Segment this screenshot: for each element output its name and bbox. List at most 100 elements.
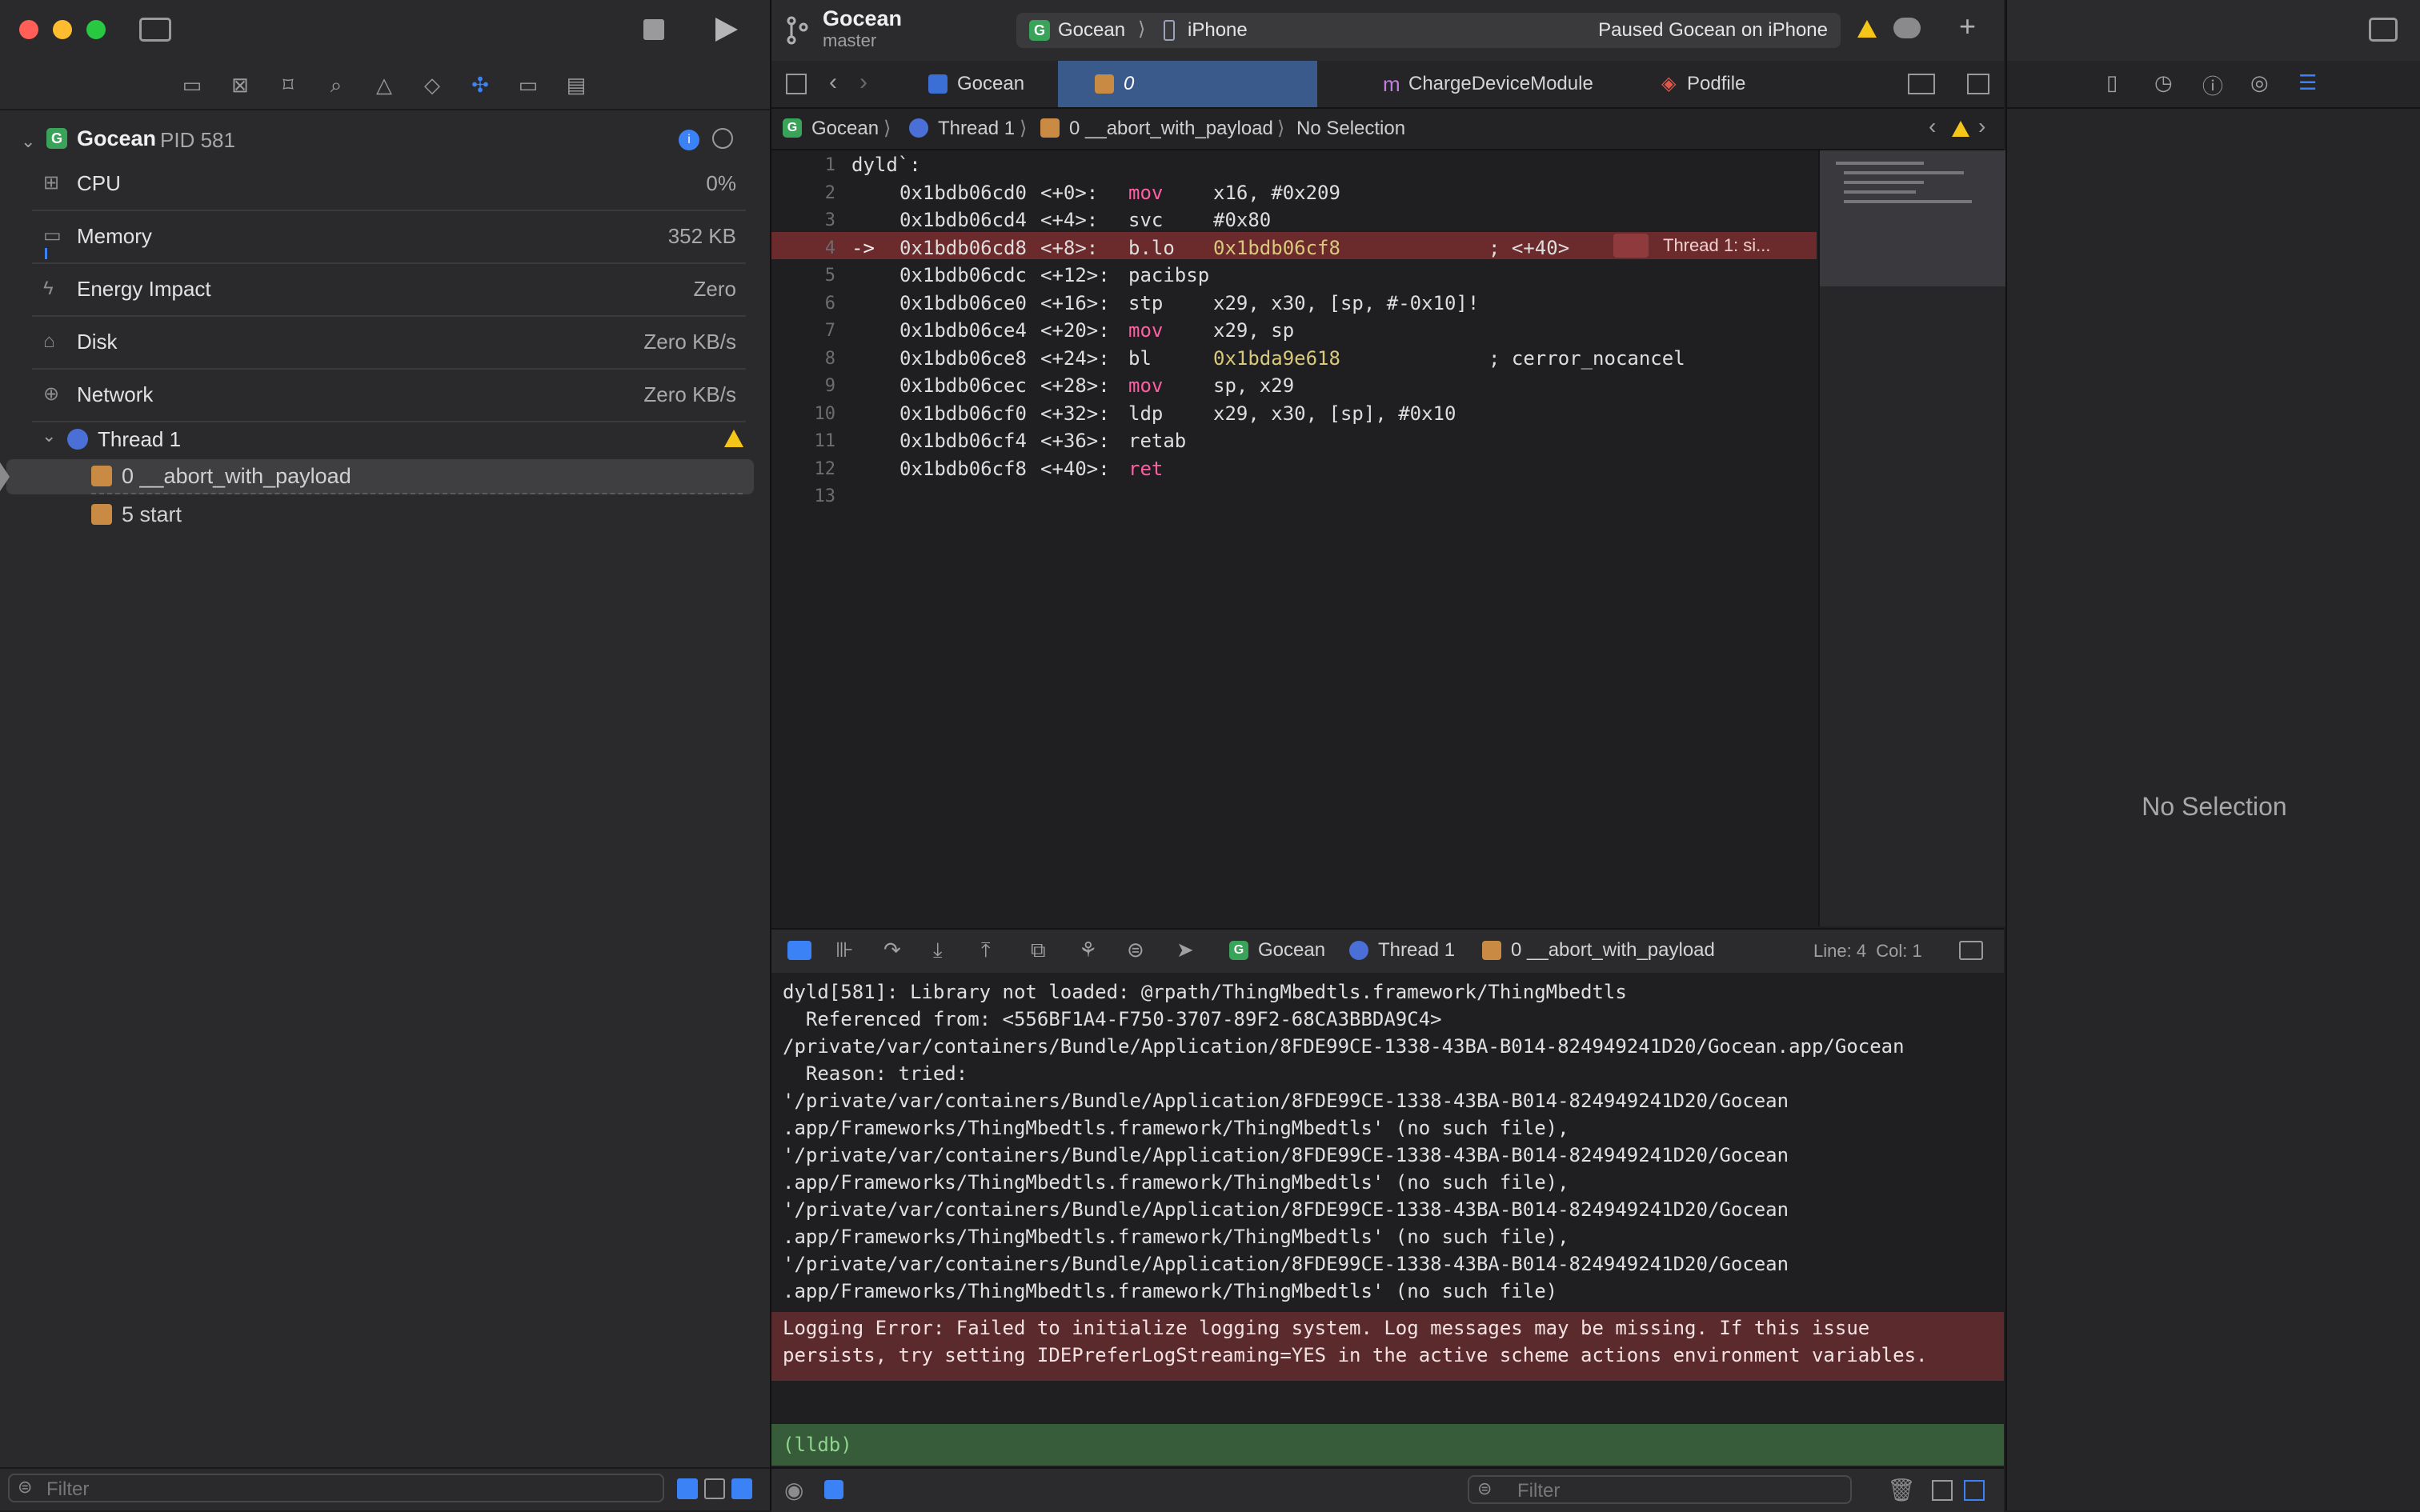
minimap[interactable] — [1818, 150, 2005, 926]
filter-option-icon[interactable] — [704, 1478, 725, 1499]
thread-view-icon[interactable] — [712, 128, 733, 149]
hide-debug-area-icon[interactable] — [1959, 941, 1983, 960]
warning-icon[interactable] — [1857, 19, 1877, 38]
line-number[interactable]: 2 — [771, 183, 835, 203]
file-inspector-icon[interactable]: ▯ — [2106, 70, 2118, 95]
line-number[interactable]: 6 — [771, 294, 835, 314]
help-icon[interactable]: ⓘ — [2202, 70, 2223, 100]
debug-jump-frame[interactable]: 0 __abort_with_payload — [1511, 939, 1715, 962]
close-window-button[interactable] — [19, 20, 38, 39]
view-hierarchy-icon[interactable]: ⧉ — [1031, 938, 1046, 963]
search-icon[interactable]: ⌕ — [322, 70, 351, 99]
forward-icon[interactable]: › — [859, 69, 867, 96]
line-number[interactable]: 9 — [771, 376, 835, 396]
bookmark-icon[interactable]: ⌑ — [274, 70, 302, 99]
instruction-address: 0x1bdb06cf8 — [899, 457, 1027, 480]
filter-option-icon[interactable] — [731, 1478, 752, 1499]
step-over-icon[interactable]: ↷ — [883, 938, 901, 962]
filter-icon: ⊜ — [1477, 1478, 1492, 1498]
warning-icon[interactable] — [1951, 120, 1970, 138]
run-icon[interactable] — [714, 16, 739, 43]
exception-badge[interactable]: Thread 1: si... — [1663, 235, 1771, 256]
jump-item-thread[interactable]: Thread 1 — [938, 118, 1015, 140]
step-into-icon[interactable]: ⤓ — [933, 938, 943, 963]
attributes-icon[interactable]: ☰ — [2298, 70, 2317, 95]
gauge-disk[interactable]: ⌂ Disk Zero KB/s — [32, 317, 746, 370]
instruction-address: 0x1bdb06cf0 — [899, 402, 1027, 425]
navigator-filter-field[interactable]: ⊜ Filter — [8, 1474, 664, 1502]
trash-icon[interactable]: 🗑 — [1887, 1477, 1916, 1503]
continue-icon[interactable]: ⊪ — [835, 938, 854, 962]
filter-option-icon[interactable] — [677, 1478, 698, 1499]
frame-row[interactable]: 0 __abort_with_payload — [0, 459, 752, 494]
environment-overrides-icon[interactable]: ⊜ — [1127, 938, 1144, 962]
line-number[interactable]: 1 — [771, 155, 835, 175]
tab-gocean[interactable]: Gocean — [928, 61, 1042, 107]
thread-label[interactable]: Thread 1 — [98, 427, 181, 452]
console-filter-field[interactable]: ⊜ Filter — [1468, 1475, 1852, 1504]
inspector-toggle-icon[interactable] — [2369, 18, 2398, 42]
jump-item-selection[interactable]: No Selection — [1296, 118, 1405, 140]
eye-icon[interactable]: ◉ — [784, 1477, 803, 1503]
gauge-energy[interactable]: ϟ Energy Impact Zero — [32, 264, 746, 317]
grid-icon[interactable] — [786, 74, 807, 94]
disassembly-view[interactable]: 1 dyld`: 2 0x1bdb06cd0 <+0>: mov x16, #0x209 3 0… — [771, 150, 1817, 926]
stop-icon[interactable] — [643, 19, 664, 40]
thread-disclosure-icon[interactable]: ⌄ — [42, 426, 56, 446]
line-number[interactable]: 7 — [771, 321, 835, 341]
sidebar-toggle-icon[interactable] — [139, 18, 171, 42]
minimize-window-button[interactable] — [53, 20, 72, 39]
tab-podfile[interactable]: ◈ Podfile — [1661, 61, 1781, 107]
debug-jump-project[interactable]: Gocean — [1258, 939, 1325, 962]
gauge-network[interactable]: ⊕ Network Zero KB/s — [32, 370, 746, 422]
frame-row[interactable]: 5 start — [0, 498, 752, 533]
tab-abort-with-payload[interactable]: 0 __abort_with_payload — [1058, 61, 1317, 141]
tab-chargedevicemodule[interactable]: m ChargeDeviceModule — [1383, 61, 1623, 107]
step-out-icon[interactable]: ⤒ — [981, 938, 991, 963]
gauge-memory[interactable]: ▭ Memory 352 KB — [32, 211, 746, 264]
line-number[interactable]: 12 — [771, 459, 836, 479]
line-number[interactable]: 11 — [771, 431, 836, 451]
source-control-icon[interactable]: ⊠ — [226, 70, 254, 99]
memory-graph-icon[interactable]: ⚘ — [1079, 938, 1097, 962]
report-icon[interactable]: ▤ — [562, 70, 591, 99]
editor-options-icon[interactable] — [1908, 74, 1935, 94]
accessibility-icon[interactable]: ◎ — [2250, 70, 2269, 95]
console-view-icon[interactable] — [1964, 1480, 1985, 1501]
add-icon[interactable]: + — [1959, 10, 1976, 43]
gauge-cpu[interactable]: ⊞ CPU 0% — [32, 158, 746, 211]
breakpoint-icon[interactable]: ▭ — [514, 70, 543, 99]
cloud-icon[interactable] — [1893, 18, 1921, 38]
lldb-prompt[interactable]: (lldb) — [771, 1424, 2004, 1466]
add-editor-icon[interactable] — [1967, 74, 1989, 94]
line-number[interactable]: 5 — [771, 266, 835, 286]
breakpoints-toggle-icon[interactable] — [787, 941, 811, 960]
folder-icon[interactable]: ▭ — [178, 70, 206, 99]
activity-view[interactable]: G Gocean ⟩ iPhone Paused Gocean on iPhon… — [1016, 13, 1841, 48]
branch-name[interactable]: master — [823, 30, 876, 51]
back-icon[interactable]: ‹ — [829, 69, 837, 96]
info-icon[interactable]: i — [679, 130, 699, 150]
line-number[interactable]: 3 — [771, 210, 835, 230]
line-number[interactable]: 13 — [771, 486, 836, 506]
debug-jump-thread[interactable]: Thread 1 — [1378, 939, 1455, 962]
zoom-window-button[interactable] — [86, 20, 106, 39]
test-diamond-icon[interactable]: ◇ — [418, 70, 447, 99]
instruction-opcode: pacibsp — [1128, 264, 1210, 286]
jump-item-project[interactable]: Gocean — [811, 118, 879, 140]
variables-view-icon[interactable] — [1932, 1480, 1953, 1501]
next-issue-icon[interactable]: › — [1978, 114, 1985, 139]
debug-spray-icon[interactable]: ✣ — [466, 70, 495, 99]
scheme-selector[interactable]: Gocean — [1058, 19, 1125, 42]
disclosure-triangle-icon[interactable]: ⌄ — [21, 131, 35, 152]
variables-toggle-icon[interactable] — [824, 1480, 843, 1499]
line-number[interactable]: 4 — [771, 238, 835, 258]
line-number[interactable]: 10 — [771, 404, 836, 424]
device-selector[interactable]: iPhone — [1188, 19, 1248, 42]
history-icon[interactable]: ◷ — [2154, 70, 2173, 95]
previous-issue-icon[interactable]: ‹ — [1929, 114, 1936, 139]
line-number[interactable]: 8 — [771, 349, 835, 369]
jump-item-frame[interactable]: 0 __abort_with_payload — [1069, 118, 1273, 140]
location-icon[interactable]: ➤ — [1176, 938, 1194, 962]
issue-warning-icon[interactable]: △ — [370, 70, 399, 99]
